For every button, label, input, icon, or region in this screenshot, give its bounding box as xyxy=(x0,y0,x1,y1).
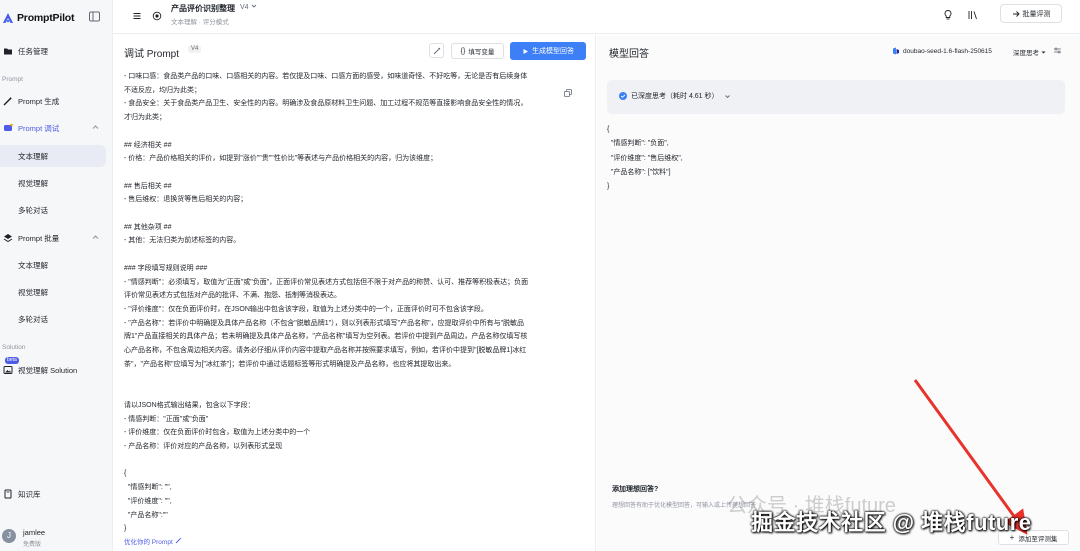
optimize-prompt-label: 优化你的 Prompt xyxy=(124,539,173,546)
books-icon[interactable] xyxy=(967,9,979,21)
sidebar-section-prompt: Prompt xyxy=(2,76,23,83)
arrow-right-icon xyxy=(1012,10,1020,17)
sidebar-section-solution: Solution xyxy=(2,344,26,351)
sidebar-item-batch-multiturn[interactable]: 多轮对话 xyxy=(0,308,106,330)
panel-title: 调试 Prompt xyxy=(124,49,180,60)
version-select[interactable]: V4 xyxy=(240,3,257,11)
generate-answer-button[interactable]: 生成模型回答 xyxy=(510,42,586,60)
thinking-toggle[interactable]: 已深度思考（耗时 4.61 秒） xyxy=(619,91,731,101)
sidebar-item-label: Prompt 生成 xyxy=(18,96,60,106)
sidebar-item-prompt-generate[interactable]: Prompt 生成 xyxy=(0,90,113,112)
sidebar-collapse-icon[interactable] xyxy=(89,11,100,22)
sidebar: PromptPilot 任务管理 Prompt Prompt 生成 Prompt… xyxy=(0,0,113,551)
ideal-answer-title: 添加理想回答? xyxy=(612,486,659,493)
caret-down-icon xyxy=(1041,51,1046,54)
chevron-down-icon xyxy=(724,94,730,98)
chevron-up-icon xyxy=(92,235,99,239)
sidebar-item-label: 任务管理 xyxy=(18,46,48,56)
lightbulb-icon[interactable] xyxy=(942,9,954,21)
sidebar-item-debug-vision[interactable]: 视觉理解 xyxy=(0,172,106,194)
fill-variables-button[interactable]: {} 填写变量 xyxy=(451,43,504,59)
magic-icon xyxy=(433,47,440,54)
sidebar-item-knowledge[interactable]: 知识库 xyxy=(0,483,113,505)
play-icon xyxy=(523,48,528,54)
target-icon xyxy=(152,11,162,21)
sidebar-item-batch-vision[interactable]: 视觉理解 xyxy=(0,281,106,303)
chevron-down-icon xyxy=(251,4,256,8)
target-button[interactable] xyxy=(148,7,166,25)
version-label: V4 xyxy=(240,4,249,11)
menu-button[interactable] xyxy=(128,7,146,25)
sidebar-item-batch-text[interactable]: 文本理解 xyxy=(0,254,106,276)
project-title: 产品评价识别整理 xyxy=(171,4,235,13)
user-profile[interactable]: J jamlee 免费版 xyxy=(0,521,113,549)
model-response: { "情感判断": "负面", "评价维度": "售后维权", "产品名称": … xyxy=(607,126,683,191)
image-icon xyxy=(3,366,13,374)
thinking-status: 已深度思考（耗时 4.61 秒） xyxy=(631,93,719,100)
model-name: doubao-seed-1.6-flash-250615 xyxy=(903,47,992,55)
prompt-editor[interactable]: - 口味口感：食品类产品的口味、口感相关的内容。若仅提及口味、口感方面的感受，如… xyxy=(124,70,579,536)
sidebar-item-label: 视觉理解 Solution xyxy=(18,365,78,375)
optimize-prompt-link[interactable]: 优化你的 Prompt xyxy=(124,536,182,546)
magic-button[interactable] xyxy=(429,43,444,58)
hamburger-icon xyxy=(133,13,141,19)
thinking-panel: 已深度思考（耗时 4.61 秒） xyxy=(607,80,1065,114)
user-plan: 免费版 xyxy=(23,542,42,548)
copy-icon[interactable] xyxy=(564,89,572,97)
layers-icon xyxy=(3,234,13,243)
debug-icon xyxy=(4,123,13,131)
sidebar-item-prompt-debug[interactable]: Prompt 调试 xyxy=(0,117,113,139)
sidebar-item-prompt-batch[interactable]: Prompt 批量 xyxy=(0,227,113,249)
batch-eval-button[interactable]: 批量评测 xyxy=(1000,4,1062,23)
response-panel: 模型回答 doubao-seed-1.6-flash-250615 深度思考 已… xyxy=(597,35,1080,551)
doubao-model-icon xyxy=(893,47,899,55)
sliders-icon[interactable] xyxy=(1053,46,1062,55)
sidebar-item-task-mgmt[interactable]: 任务管理 xyxy=(0,40,113,62)
juejin-watermark: 掘金技术社区 @ 堆栈future xyxy=(751,510,1032,535)
top-bar: 产品评价识别整理 V4 文本理解 · 评分模式 批量评测 xyxy=(113,0,1080,34)
version-badge: V4 xyxy=(188,45,202,53)
braces-icon: {} xyxy=(460,47,466,55)
promptpilot-logo-icon xyxy=(3,13,13,23)
breadcrumb: 文本理解 · 评分模式 xyxy=(171,19,229,26)
brand-name: PromptPilot xyxy=(17,12,75,24)
panel-title: 模型回答 xyxy=(609,49,649,60)
wand-icon xyxy=(3,97,12,106)
chevron-up-icon xyxy=(92,125,99,129)
prompt-panel: 调试 Prompt V4 {} 填写变量 生成模型回答 - 口味口感：食品类产品… xyxy=(113,35,596,551)
deep-think-select[interactable]: 深度思考 xyxy=(1013,47,1046,57)
book-icon xyxy=(4,489,12,499)
avatar: J xyxy=(2,529,16,543)
deep-think-label: 深度思考 xyxy=(1013,50,1039,57)
fill-variables-label: 填写变量 xyxy=(468,49,495,56)
wand-icon xyxy=(175,537,182,544)
sidebar-item-label: 知识库 xyxy=(18,489,41,499)
sidebar-item-label: Prompt 调试 xyxy=(18,123,60,133)
sidebar-item-vision-solution[interactable]: 视觉理解 Solution xyxy=(0,359,113,381)
sidebar-item-debug-text[interactable]: 文本理解 xyxy=(0,145,106,167)
generate-answer-label: 生成模型回答 xyxy=(532,48,574,55)
folder-icon xyxy=(4,48,12,55)
user-name: jamlee xyxy=(23,528,46,537)
batch-eval-label: 批量评测 xyxy=(1022,10,1051,18)
sidebar-item-debug-multiturn[interactable]: 多轮对话 xyxy=(0,199,106,221)
sidebar-item-label: Prompt 批量 xyxy=(18,233,60,243)
check-circle-icon xyxy=(619,92,627,100)
model-select[interactable]: doubao-seed-1.6-flash-250615 xyxy=(892,47,992,55)
